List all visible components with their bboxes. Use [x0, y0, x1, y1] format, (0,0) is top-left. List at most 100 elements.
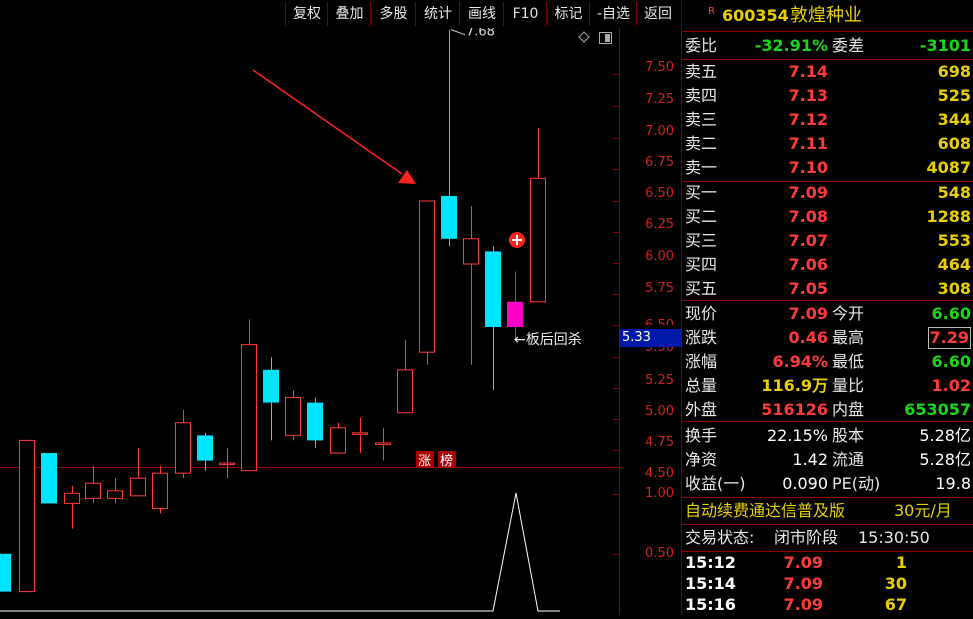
status-time: 15:30:50 [858, 528, 930, 547]
divider [682, 421, 973, 422]
ask-row[interactable]: 卖三 7.12 344 [682, 108, 973, 132]
candle[interactable] [485, 246, 501, 390]
candle[interactable] [441, 29, 457, 247]
ad-price[interactable]: 30元/月 [894, 499, 952, 523]
candle[interactable] [352, 417, 368, 453]
candle[interactable] [241, 319, 257, 472]
stock-header: R 600354 敦煌种业 [682, 4, 973, 28]
candle[interactable] [85, 465, 101, 504]
bid-volume: 1288 [926, 207, 971, 226]
candle[interactable] [375, 427, 391, 461]
quote-label: 内盘 [832, 400, 865, 419]
add-marker-icon[interactable] [509, 232, 525, 248]
kline-svg[interactable]: 7.68 ←板后回杀涨榜 [0, 25, 682, 615]
quote-label: 最高 [832, 328, 865, 347]
bid-row[interactable]: 买二 7.08 1288 [682, 205, 973, 229]
ad-banner[interactable]: 自动续费通达信普及版 30元/月 [682, 499, 973, 523]
quote-label: 最低 [832, 352, 865, 371]
ad-text[interactable]: 自动续费通达信普及版 [685, 499, 845, 523]
badge-text: 榜 [440, 453, 453, 469]
candle[interactable] [419, 200, 435, 365]
quote-label: 今开 [832, 304, 865, 323]
commission-ratio-value: -32.91% [754, 36, 828, 55]
candle[interactable] [107, 478, 123, 504]
toolbar: 复权 叠加 多股 统计 画线 F10 标记 -自选 返回 [0, 0, 680, 28]
toolbar-button-6[interactable]: 标记 [546, 2, 590, 26]
stock-name[interactable]: 敦煌种业 [790, 4, 862, 28]
price-tick-label: 6.50 [645, 318, 674, 325]
bid-row[interactable]: 买三 7.07 553 [682, 229, 973, 253]
quote-value: 1.02 [931, 376, 971, 395]
fund-label: 收益(一) [685, 474, 746, 493]
toolbar-button-8[interactable]: 返回 [636, 2, 679, 26]
toolbar-button-1[interactable]: 叠加 [327, 2, 371, 26]
quote-value: 7.29 [927, 327, 971, 349]
candle[interactable] [64, 485, 80, 529]
ask-row[interactable]: 卖五 7.14 698 [682, 60, 973, 84]
candle[interactable] [507, 271, 523, 340]
indicator-tick-label: 0.50 [645, 546, 674, 561]
quote-value: 0.46 [788, 328, 828, 347]
tick-row[interactable]: 15:16 7.09 67 [682, 594, 973, 615]
ask-row[interactable]: 卖一 7.10 4087 [682, 156, 973, 180]
bid-volume: 464 [937, 255, 971, 274]
r-badge: R [708, 6, 715, 17]
limit-up-badge[interactable]: 涨 [416, 451, 434, 469]
price-tick-label: 6.75 [645, 155, 674, 170]
commission-row: 委比 -32.91% 委差 -3101 [682, 34, 973, 58]
candle[interactable] [530, 127, 546, 303]
commission-diff-value: -3101 [919, 36, 971, 55]
candle[interactable] [130, 447, 146, 497]
tick-price: 7.09 [783, 595, 823, 614]
candle[interactable] [197, 432, 213, 471]
kline-chart[interactable]: 7.68 ←板后回杀涨榜 [0, 25, 682, 615]
tick-time: 15:12 [685, 553, 736, 572]
bid-price: 7.09 [788, 183, 828, 202]
toolbar-button-2[interactable]: 多股 [370, 2, 416, 26]
candle[interactable] [219, 447, 235, 479]
ask-row[interactable]: 卖四 7.13 525 [682, 84, 973, 108]
candle[interactable] [175, 410, 191, 479]
bid-label: 买一 [685, 183, 718, 202]
candle[interactable] [330, 422, 346, 454]
bid-row[interactable]: 买四 7.06 464 [682, 253, 973, 277]
bid-row[interactable]: 买五 7.05 308 [682, 277, 973, 301]
diamond-icon[interactable] [578, 31, 590, 43]
quote-label: 现价 [685, 304, 718, 323]
ranking-badge[interactable]: 榜 [438, 451, 456, 469]
drawn-arrow[interactable] [252, 69, 416, 184]
quote-row: 涨跌 0.46 最高 7.29 [682, 326, 973, 350]
tick-row[interactable]: 15:14 7.09 30 [682, 573, 973, 594]
toolbar-button-5[interactable]: F10 [503, 2, 547, 26]
toolbar-button-4[interactable]: 画线 [459, 2, 504, 26]
candle[interactable] [0, 553, 11, 592]
candle[interactable] [152, 465, 168, 514]
price-tick-label: 5.00 [645, 404, 674, 419]
candle[interactable] [19, 439, 35, 593]
candle[interactable] [263, 357, 279, 441]
quote-value: 653057 [904, 400, 971, 419]
toolbar-button-7[interactable]: -自选 [589, 2, 637, 26]
ask-row[interactable]: 卖二 7.11 608 [682, 132, 973, 156]
candle[interactable] [285, 390, 301, 441]
badge-text: 涨 [418, 454, 431, 469]
candle[interactable] [41, 453, 57, 504]
note-label: ←板后回杀 [514, 332, 582, 348]
bid-price: 7.08 [788, 207, 828, 226]
candle[interactable] [397, 339, 413, 414]
price-tick-label: 7.50 [645, 60, 674, 75]
bid-row[interactable]: 买一 7.09 548 [682, 181, 973, 205]
candle[interactable] [307, 397, 323, 448]
toolbar-button-0[interactable]: 复权 [285, 2, 328, 26]
fund-label: 股本 [832, 426, 865, 445]
toolbar-button-3[interactable]: 统计 [415, 2, 460, 26]
tick-row[interactable]: 15:12 7.09 1 [682, 552, 973, 573]
price-tick-label: 7.25 [645, 92, 674, 107]
fund-label: 流通 [832, 450, 865, 469]
peak-annotation: 7.68 [450, 25, 495, 40]
bid-price: 7.06 [788, 255, 828, 274]
quote-value: 6.94% [772, 352, 828, 371]
quote-value: 6.60 [931, 352, 971, 371]
fund-value: 1.42 [792, 450, 828, 469]
candle[interactable] [463, 206, 479, 365]
